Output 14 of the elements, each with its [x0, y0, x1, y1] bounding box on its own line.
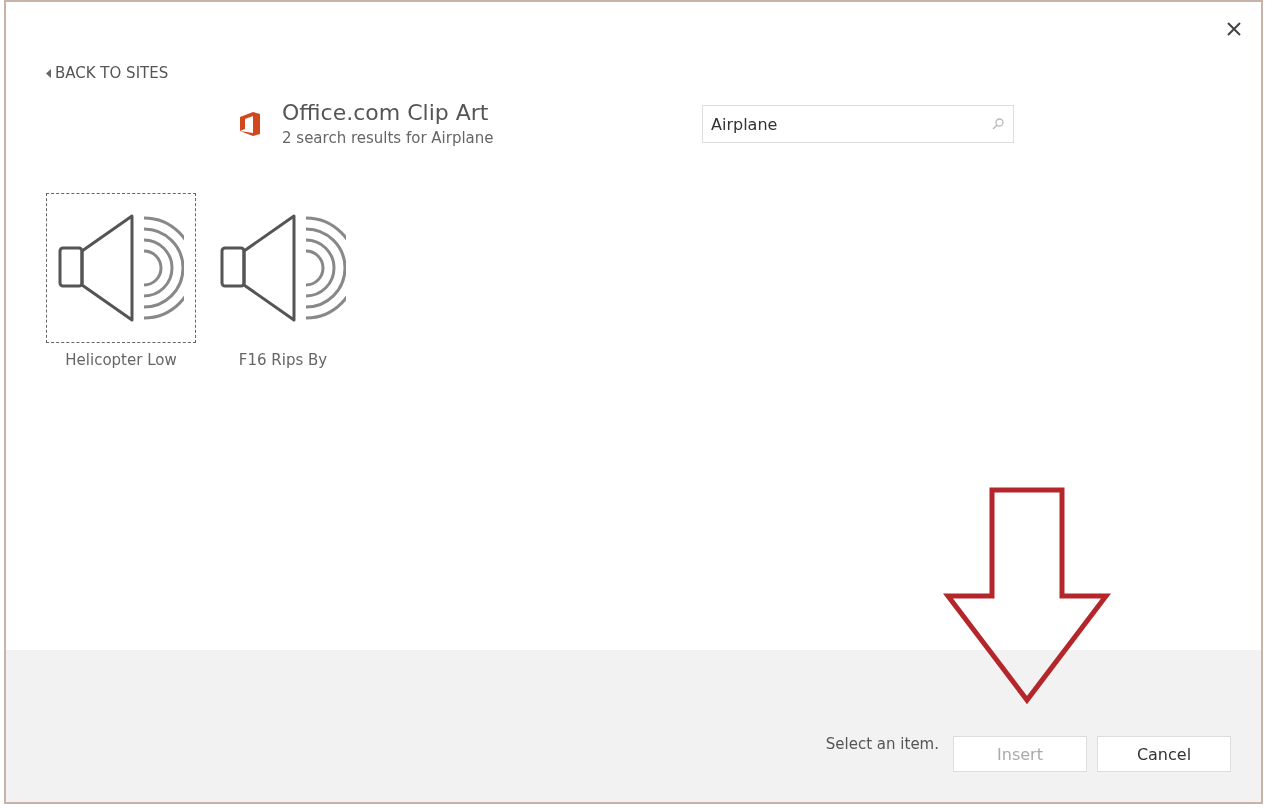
office-logo-icon — [240, 112, 260, 136]
dialog-button[interactable]: Cancel — [1097, 736, 1231, 772]
chevron-left-icon — [46, 68, 52, 78]
back-link[interactable]: BACK TO SITES — [46, 64, 169, 82]
speaker-icon — [220, 213, 346, 323]
results-summary: 2 search results for Airplane — [282, 129, 495, 147]
search-icon — [992, 118, 1004, 130]
clip-tile[interactable] — [46, 193, 196, 343]
speaker-icon — [58, 213, 184, 323]
clip-label: F16 Rips By — [238, 351, 328, 369]
source-title: Office.com Clip Art — [282, 100, 490, 125]
search-field[interactable]: Airplane — [702, 105, 1014, 143]
status-text: Select an item. — [825, 735, 939, 753]
clip-label: Helicopter Low — [65, 351, 177, 369]
